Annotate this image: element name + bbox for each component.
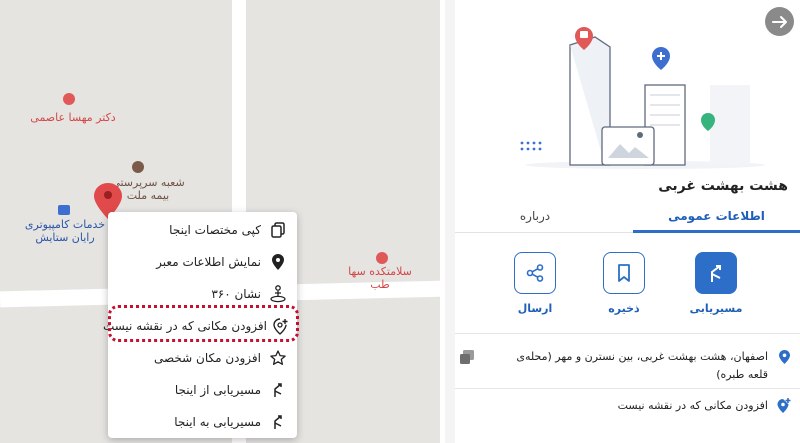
menu-item-route-from-here[interactable]: مسیریابی از اینجا [108, 374, 297, 406]
menu-item-label: نمایش اطلاعات معبر [156, 255, 261, 269]
location-pin-icon [267, 251, 289, 273]
menu-item-add-personal-place[interactable]: افزودن مکان شخصی [108, 342, 297, 374]
poi-dentist-label[interactable]: دکتر مهسا عاصمی [28, 111, 118, 124]
share-icon [526, 264, 544, 282]
menu-item-label: کپی مختصات اینجا [169, 223, 261, 237]
active-tab-indicator [633, 230, 800, 233]
place-details-panel: هشت بهشت غربی اطلاعات عمومی درباره مسیری… [455, 0, 800, 443]
route-icon [267, 379, 289, 401]
map-view[interactable]: دکتر مهسا عاصمی شعبه سرپرستی بیمه ملت خد… [0, 0, 445, 443]
poi-clinic-label[interactable]: سلامتکده سها طب [335, 265, 425, 291]
menu-item-copy-coordinates[interactable]: کپی مختصات اینجا [108, 214, 297, 246]
add-missing-place-link[interactable]: افزودن مکانی که در نقشه نیست [498, 397, 768, 415]
location-pin-icon [779, 350, 790, 364]
copy-icon [267, 219, 289, 241]
dentist-poi-icon[interactable] [63, 93, 75, 105]
menu-item-label: نشان ۳۶۰ [211, 287, 261, 301]
section-divider [455, 388, 800, 389]
copy-icon[interactable] [460, 350, 474, 364]
highlight-outline [108, 305, 299, 342]
route-icon [267, 411, 289, 433]
bookmark-icon [618, 264, 630, 282]
share-button[interactable] [514, 252, 556, 294]
section-divider [455, 333, 800, 334]
menu-item-street-info[interactable]: نمایش اطلاعات معبر [108, 246, 297, 278]
menu-item-label: افزودن مکان شخصی [153, 351, 261, 365]
menu-item-route-to-here[interactable]: مسیریابی به اینجا [108, 406, 297, 438]
place-title: هشت بهشت غربی [658, 178, 788, 194]
menu-item-label: مسیریابی به اینجا [174, 415, 261, 429]
clinic-poi-icon[interactable] [376, 252, 388, 264]
arrow-right-icon [771, 15, 787, 28]
poi-computer-label[interactable]: خدمات کامپیوتری رایان ستایش [20, 218, 110, 244]
save-button[interactable] [603, 252, 645, 294]
add-location-icon[interactable] [777, 398, 791, 414]
menu-item-label: مسیریابی از اینجا [174, 383, 261, 397]
computer-service-poi-icon[interactable] [58, 205, 70, 215]
panel-divider [445, 0, 455, 443]
route-icon [711, 265, 721, 282]
tab-general-info[interactable]: اطلاعات عمومی [633, 205, 800, 232]
share-label: ارسال [517, 302, 553, 315]
route-button[interactable] [695, 252, 737, 294]
person-360-icon [267, 283, 289, 305]
star-icon [267, 347, 289, 369]
insurance-poi-icon[interactable] [132, 161, 144, 173]
save-label: ذخیره [608, 302, 640, 315]
route-label: مسیریابی [689, 302, 743, 315]
tab-about[interactable]: درباره [455, 205, 615, 232]
place-address: اصفهان، هشت بهشت غربی، بین نسترن و مهر (… [516, 350, 768, 381]
place-illustration [520, 27, 765, 169]
